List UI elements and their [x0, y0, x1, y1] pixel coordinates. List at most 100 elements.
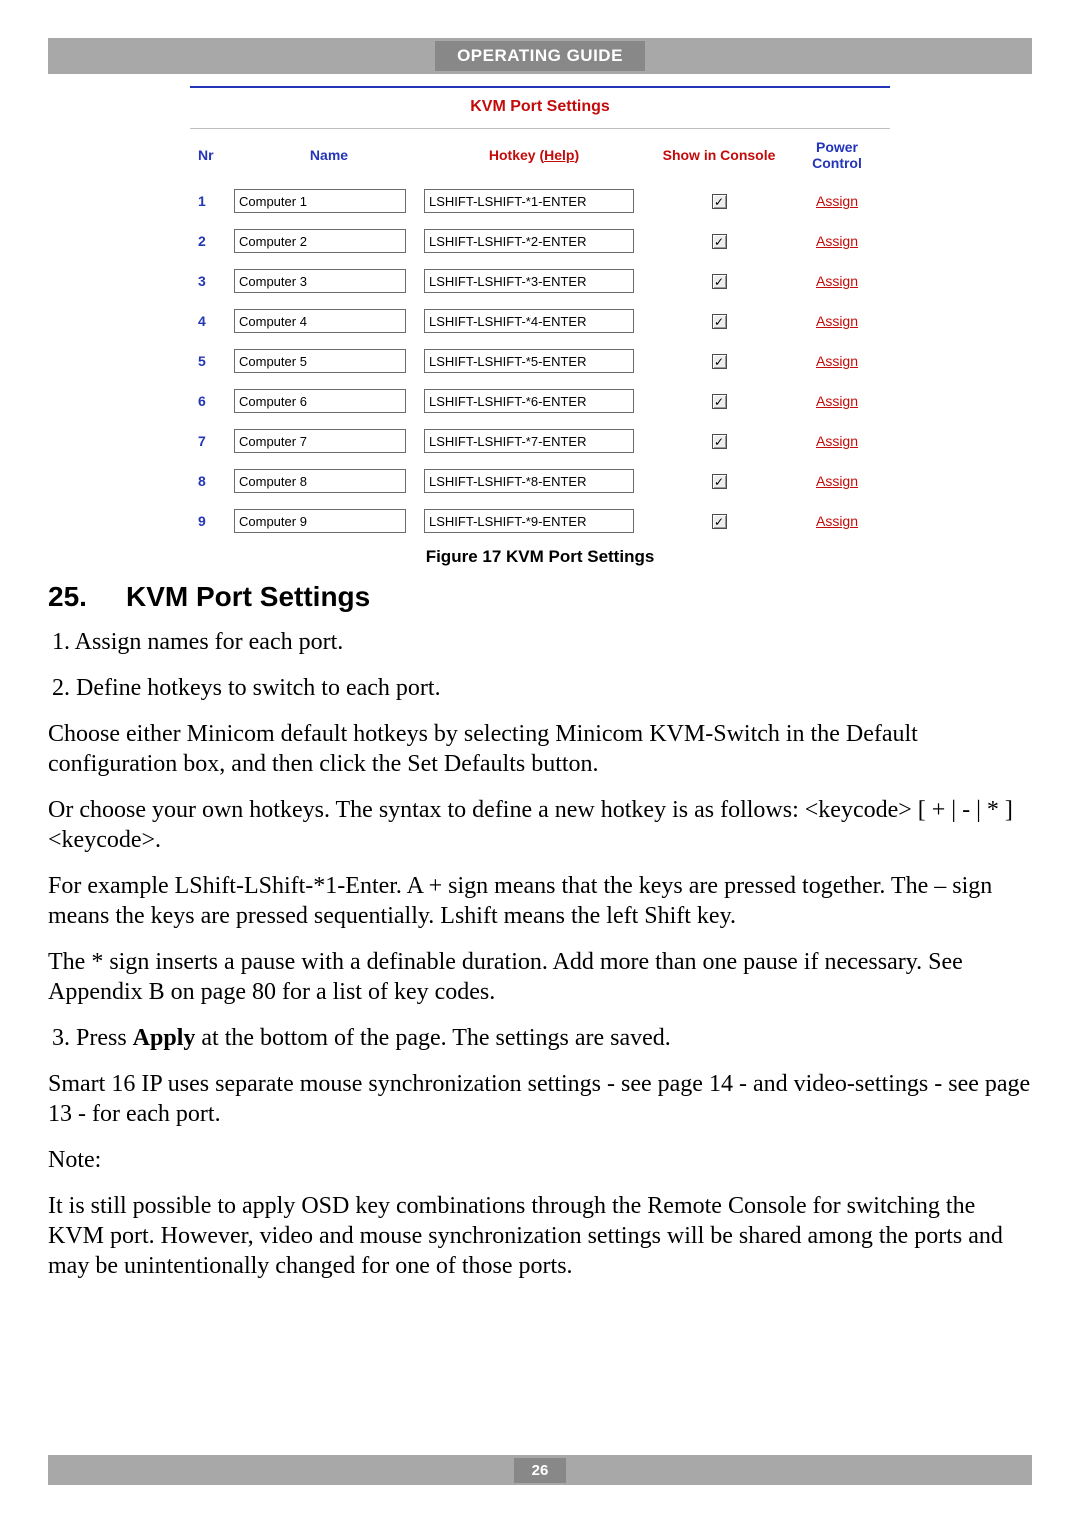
assign-link[interactable]: Assign [816, 313, 858, 329]
show-in-console-checkbox[interactable]: ✓ [712, 194, 727, 209]
assign-link[interactable]: Assign [816, 273, 858, 289]
row-nr: 9 [190, 513, 234, 529]
row-power-cell: Assign [794, 393, 880, 409]
paragraph: It is still possible to apply OSD key co… [48, 1191, 1032, 1281]
list-item-2: 2. Define hotkeys to switch to each port… [48, 673, 1032, 703]
col-header-show: Show in Console [644, 147, 794, 163]
assign-link[interactable]: Assign [816, 473, 858, 489]
row-power-cell: Assign [794, 473, 880, 489]
table-row: 3 ✓ Assign [190, 261, 890, 301]
assign-link[interactable]: Assign [816, 353, 858, 369]
hotkey-input[interactable] [424, 229, 634, 253]
show-in-console-checkbox[interactable]: ✓ [712, 274, 727, 289]
hotkey-help-link[interactable]: Help [544, 147, 574, 163]
row-hotkey-cell [424, 349, 644, 373]
row-hotkey-cell [424, 269, 644, 293]
row-nr: 3 [190, 273, 234, 289]
kvm-port-settings-table: KVM Port Settings Nr Name Hotkey (Help) … [190, 86, 890, 541]
row-name-cell [234, 189, 424, 213]
assign-link[interactable]: Assign [816, 233, 858, 249]
page-number: 26 [514, 1458, 567, 1483]
row-nr: 6 [190, 393, 234, 409]
name-input[interactable] [234, 509, 406, 533]
paragraph: Note: [48, 1145, 1032, 1175]
row-show-cell: ✓ [644, 393, 794, 410]
list-item-3: 3. Press Apply at the bottom of the page… [48, 1023, 1032, 1053]
row-power-cell: Assign [794, 313, 880, 329]
name-input[interactable] [234, 309, 406, 333]
body-text: 1. Assign names for each port. 2. Define… [48, 627, 1032, 1281]
row-hotkey-cell [424, 389, 644, 413]
row-nr: 2 [190, 233, 234, 249]
paragraph: Choose either Minicom default hotkeys by… [48, 719, 1032, 779]
hotkey-input[interactable] [424, 429, 634, 453]
col-header-power: Power Control [794, 139, 880, 171]
kvm-table-title: KVM Port Settings [190, 88, 890, 129]
hotkey-input[interactable] [424, 349, 634, 373]
show-in-console-checkbox[interactable]: ✓ [712, 474, 727, 489]
checkmark-icon: ✓ [714, 396, 724, 408]
row-show-cell: ✓ [644, 313, 794, 330]
show-in-console-checkbox[interactable]: ✓ [712, 234, 727, 249]
show-in-console-checkbox[interactable]: ✓ [712, 434, 727, 449]
hotkey-input[interactable] [424, 469, 634, 493]
row-nr: 8 [190, 473, 234, 489]
show-in-console-checkbox[interactable]: ✓ [712, 354, 727, 369]
row-nr: 1 [190, 193, 234, 209]
checkmark-icon: ✓ [714, 316, 724, 328]
page-footer: 26 [48, 1455, 1032, 1485]
figure-caption: Figure 17 KVM Port Settings [48, 547, 1032, 567]
hotkey-input[interactable] [424, 269, 634, 293]
row-power-cell: Assign [794, 513, 880, 529]
show-in-console-checkbox[interactable]: ✓ [712, 394, 727, 409]
name-input[interactable] [234, 389, 406, 413]
assign-link[interactable]: Assign [816, 433, 858, 449]
table-row: 1 ✓ Assign [190, 181, 890, 221]
row-show-cell: ✓ [644, 513, 794, 530]
row-show-cell: ✓ [644, 233, 794, 250]
li3-prefix: 3. Press [52, 1025, 133, 1051]
hotkey-input[interactable] [424, 309, 634, 333]
row-hotkey-cell [424, 509, 644, 533]
paragraph: Smart 16 IP uses separate mouse synchron… [48, 1069, 1032, 1129]
paragraph: Or choose your own hotkeys. The syntax t… [48, 795, 1032, 855]
checkmark-icon: ✓ [714, 196, 724, 208]
table-row: 5 ✓ Assign [190, 341, 890, 381]
paragraph: For example LShift-LShift-*1-Enter. A + … [48, 871, 1032, 931]
checkmark-icon: ✓ [714, 276, 724, 288]
row-hotkey-cell [424, 469, 644, 493]
row-power-cell: Assign [794, 193, 880, 209]
hotkey-label-suffix: ) [574, 147, 579, 163]
name-input[interactable] [234, 429, 406, 453]
section-title: KVM Port Settings [126, 581, 370, 612]
hotkey-input[interactable] [424, 189, 634, 213]
row-power-cell: Assign [794, 273, 880, 289]
li3-apply-bold: Apply [133, 1025, 196, 1051]
row-show-cell: ✓ [644, 473, 794, 490]
assign-link[interactable]: Assign [816, 513, 858, 529]
hotkey-input[interactable] [424, 509, 634, 533]
table-row: 6 ✓ Assign [190, 381, 890, 421]
row-name-cell [234, 509, 424, 533]
name-input[interactable] [234, 269, 406, 293]
row-name-cell [234, 469, 424, 493]
row-hotkey-cell [424, 429, 644, 453]
checkmark-icon: ✓ [714, 436, 724, 448]
checkmark-icon: ✓ [714, 236, 724, 248]
name-input[interactable] [234, 229, 406, 253]
name-input[interactable] [234, 189, 406, 213]
page-header-title: OPERATING GUIDE [435, 41, 645, 71]
checkmark-icon: ✓ [714, 516, 724, 528]
show-in-console-checkbox[interactable]: ✓ [712, 314, 727, 329]
list-item-1: 1. Assign names for each port. [48, 627, 1032, 657]
assign-link[interactable]: Assign [816, 393, 858, 409]
hotkey-input[interactable] [424, 389, 634, 413]
row-nr: 5 [190, 353, 234, 369]
assign-link[interactable]: Assign [816, 193, 858, 209]
hotkey-label-prefix: Hotkey ( [489, 147, 544, 163]
name-input[interactable] [234, 349, 406, 373]
table-row: 2 ✓ Assign [190, 221, 890, 261]
name-input[interactable] [234, 469, 406, 493]
show-in-console-checkbox[interactable]: ✓ [712, 514, 727, 529]
row-name-cell [234, 229, 424, 253]
